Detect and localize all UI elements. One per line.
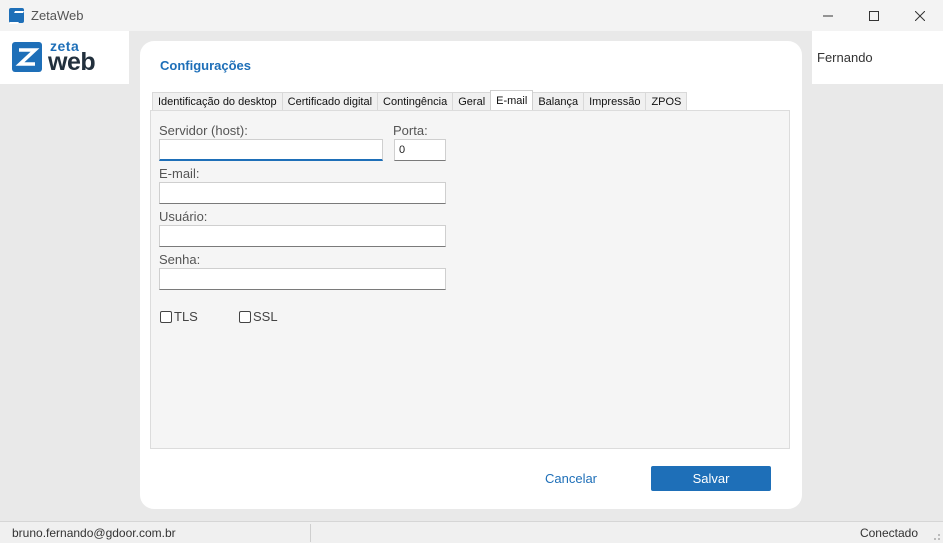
minimize-button[interactable] xyxy=(805,0,851,31)
tab-impressao[interactable]: Impressão xyxy=(583,92,647,110)
tab-zpos[interactable]: ZPOS xyxy=(645,92,688,110)
tls-option[interactable]: TLS xyxy=(160,309,198,324)
minimize-icon xyxy=(823,15,833,16)
tab-identificacao[interactable]: Identificação do desktop xyxy=(152,92,283,110)
logo-web-text: web xyxy=(48,48,96,76)
email-input[interactable] xyxy=(159,182,446,204)
email-label: E-mail: xyxy=(159,166,200,181)
resize-grip-icon[interactable] xyxy=(931,531,941,541)
settings-dialog: Configurações Identificação do desktop C… xyxy=(140,41,802,509)
close-button[interactable] xyxy=(897,0,943,31)
email-tab-panel: Servidor (host): Porta: E-mail: Usuário:… xyxy=(150,110,790,449)
ssl-option[interactable]: SSL xyxy=(239,309,278,324)
save-button[interactable]: Salvar xyxy=(651,466,771,491)
user-input[interactable] xyxy=(159,225,446,247)
tls-label: TLS xyxy=(174,309,198,324)
window-title: ZetaWeb xyxy=(31,8,84,23)
status-email: bruno.fernando@gdoor.com.br xyxy=(12,526,176,540)
tab-contingencia[interactable]: Contingência xyxy=(377,92,454,110)
tab-balanca[interactable]: Balança xyxy=(532,92,585,110)
tab-geral[interactable]: Geral xyxy=(452,92,492,110)
status-divider xyxy=(310,524,311,542)
connection-status: Conectado xyxy=(859,526,918,540)
ssl-checkbox[interactable] xyxy=(239,310,251,323)
app-icon xyxy=(9,8,24,23)
port-input[interactable] xyxy=(394,139,446,161)
server-input[interactable] xyxy=(159,139,383,161)
server-label: Servidor (host): xyxy=(159,123,248,138)
password-input[interactable] xyxy=(159,268,446,290)
maximize-icon xyxy=(869,10,879,21)
ssl-label: SSL xyxy=(253,309,278,324)
title-bar: ZetaWeb xyxy=(0,0,943,31)
tab-email[interactable]: E-mail xyxy=(490,90,534,110)
settings-tabs: Identificação do desktop Certificado dig… xyxy=(152,90,688,110)
user-name[interactable]: Fernando xyxy=(817,50,873,65)
close-icon xyxy=(915,10,925,21)
cancel-button[interactable]: Cancelar xyxy=(526,466,616,491)
tls-checkbox[interactable] xyxy=(160,310,172,323)
zeta-logo-icon xyxy=(12,42,42,72)
status-bar: bruno.fernando@gdoor.com.br Conectado xyxy=(0,521,943,543)
zetaweb-logo: zeta web xyxy=(12,38,107,76)
dialog-title: Configurações xyxy=(160,58,252,73)
password-label: Senha: xyxy=(159,252,201,267)
port-label: Porta: xyxy=(393,123,428,138)
tab-certificado[interactable]: Certificado digital xyxy=(281,92,379,110)
user-label: Usuário: xyxy=(159,209,208,224)
maximize-button[interactable] xyxy=(851,0,897,31)
